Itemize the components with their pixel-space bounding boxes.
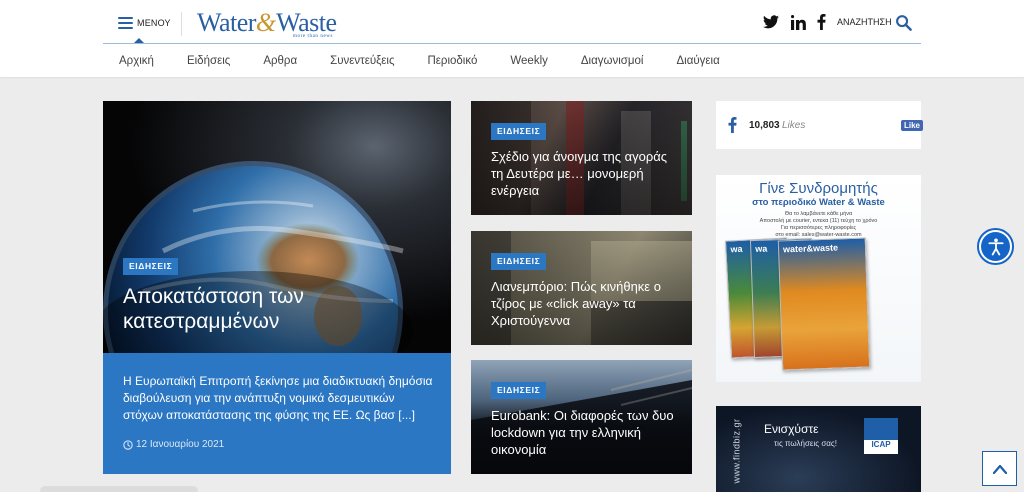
card-category-badge[interactable]: ΕΙΔΗΣΕΙΣ bbox=[491, 382, 547, 399]
feature-date: 12 Ιανουαρίου 2021 bbox=[123, 439, 224, 450]
chevron-up-icon bbox=[992, 464, 1007, 474]
menu-button[interactable]: ΜΕΝΟΥ bbox=[118, 14, 171, 32]
facebook-icon bbox=[817, 14, 826, 30]
subscription-ad-subtitle: στο περιοδικό Water & Waste bbox=[752, 197, 885, 208]
findbiz-ad-headline: Ενισχύστε bbox=[764, 422, 819, 436]
card-title[interactable]: Σχέδιο για άνοιγμα της αγοράς τη Δευτέρα… bbox=[491, 148, 679, 199]
nav-item-magazine[interactable]: Περιοδικό bbox=[427, 52, 477, 70]
card-category-badge[interactable]: ΕΙΔΗΣΕΙΣ bbox=[491, 253, 547, 270]
logo-ampersand: & bbox=[255, 8, 277, 37]
logo-word-water: Water bbox=[197, 8, 256, 37]
site-logo[interactable]: Water&Waste more than news bbox=[197, 8, 337, 39]
feature-summary-panel: Η Ευρωπαϊκή Επιτροπή ξεκίνησε μια διαδικ… bbox=[103, 353, 451, 474]
header-rule bbox=[103, 43, 921, 44]
facebook-icon bbox=[728, 117, 737, 133]
search-label: ΑΝΑΖΗΤΗΣΗ bbox=[837, 17, 892, 27]
featured-article-image[interactable]: ΕΙΔΗΣΕΙΣ Αποκατάσταση των κατεστραμμένων bbox=[103, 101, 451, 353]
linkedin-icon bbox=[790, 14, 806, 30]
subscription-ad-details: Θα το λαμβάνετε κάθε μήνα Αποστολή με co… bbox=[716, 211, 921, 239]
subscription-ad-banner[interactable]: Γίνε Συνδρομητής στο περιοδικό Water & W… bbox=[716, 175, 921, 382]
twitter-icon bbox=[763, 15, 779, 29]
feature-date-text: 12 Ιανουαρίου 2021 bbox=[136, 439, 225, 450]
subscription-ad-title: Γίνε Συνδρομητής bbox=[759, 180, 878, 197]
clock-icon bbox=[123, 439, 133, 450]
magazine-cover-title: water&waste bbox=[782, 242, 839, 255]
card-title[interactable]: Λιανεμπόριο: Πώς κινήθηκε ο τζίρος με «c… bbox=[491, 278, 679, 329]
article-card-market-reopening[interactable]: ΕΙΔΗΣΕΙΣ Σχέδιο για άνοιγμα της αγοράς τ… bbox=[471, 101, 692, 215]
magazine-cover-front: water&waste bbox=[777, 237, 871, 371]
linkedin-link[interactable] bbox=[789, 12, 807, 32]
site-header: ΜΕΝΟΥ Water&Waste more than news ΑΝΑΖΗΤΗ… bbox=[0, 0, 1024, 77]
accessibility-icon bbox=[987, 238, 1004, 255]
subscription-ad-line: Θα το λαμβάνετε κάθε μήνα bbox=[784, 211, 853, 217]
findbiz-ad-subline: τις πωλήσεις σας! bbox=[774, 439, 837, 448]
subscription-ad-line: στο email: sales@water-waste.com bbox=[775, 232, 862, 238]
partial-element-bottom bbox=[40, 486, 198, 492]
subscription-ad-line: Για περισσότερες πληροφορίες bbox=[780, 225, 857, 231]
subscription-ad-line: Αποστολή με courier, εντεκα (11) τεύχη τ… bbox=[759, 218, 878, 224]
nav-item-weekly[interactable]: Weekly bbox=[510, 52, 548, 70]
header-divider bbox=[181, 12, 182, 36]
icap-logo-text: ICAP bbox=[871, 440, 891, 449]
search-icon bbox=[895, 14, 912, 31]
magazine-cover-title: wa bbox=[730, 243, 743, 255]
facebook-link[interactable] bbox=[815, 12, 827, 32]
back-to-top-button[interactable] bbox=[982, 451, 1017, 486]
nav-item-diavgeia[interactable]: Διαύγεια bbox=[676, 52, 719, 70]
article-card-retail-click-away[interactable]: ΕΙΔΗΣΕΙΣ Λιανεμπόριο: Πώς κινήθηκε ο τζί… bbox=[471, 231, 692, 345]
search-button[interactable]: ΑΝΑΖΗΤΗΣΗ bbox=[837, 12, 912, 32]
nav-item-interviews[interactable]: Συνεντεύξεις bbox=[330, 52, 394, 70]
feature-excerpt: Η Ευρωπαϊκή Επιτροπή ξεκίνησε μια διαδικ… bbox=[123, 374, 433, 422]
logo-word-waste: Waste bbox=[276, 8, 337, 37]
hamburger-icon bbox=[118, 17, 133, 29]
card-category-badge[interactable]: ΕΙΔΗΣΕΙΣ bbox=[491, 123, 547, 140]
nav-item-news[interactable]: Ειδήσεις bbox=[187, 52, 230, 70]
findbiz-ad-banner[interactable]: www.findbiz.gr Ενισχύστε τις πωλήσεις σα… bbox=[716, 406, 921, 492]
card-title[interactable]: Eurobank: Οι διαφορές των δυο lockdown γ… bbox=[491, 407, 679, 458]
nav-item-articles[interactable]: Αρθρα bbox=[263, 52, 297, 70]
logo-tagline: more than news bbox=[293, 34, 334, 39]
magazine-cover-title: wa bbox=[755, 243, 768, 254]
accessibility-button[interactable] bbox=[977, 228, 1014, 265]
feature-category-badge[interactable]: ΕΙΔΗΣΕΙΣ bbox=[123, 258, 179, 275]
twitter-link[interactable] bbox=[762, 12, 780, 32]
main-nav: Αρχική Ειδήσεις Αρθρα Συνεντεύξεις Περιο… bbox=[103, 52, 753, 70]
facebook-likes-widget: 10,803 Likes Like bbox=[716, 101, 924, 149]
findbiz-ad-url: www.findbiz.gr bbox=[731, 418, 742, 484]
feature-title[interactable]: Αποκατάσταση των κατεστραμμένων bbox=[123, 284, 423, 334]
menu-label: ΜΕΝΟΥ bbox=[137, 18, 171, 28]
facebook-like-button[interactable]: Like bbox=[901, 120, 924, 131]
nav-item-home[interactable]: Αρχική bbox=[119, 52, 154, 70]
facebook-like-count: 10,803 bbox=[749, 120, 780, 131]
facebook-likes-label: Likes bbox=[782, 120, 806, 131]
article-card-eurobank[interactable]: ΕΙΔΗΣΕΙΣ Eurobank: Οι διαφορές των δυο l… bbox=[471, 360, 692, 474]
icap-logo: ICAP bbox=[864, 418, 898, 454]
nav-item-tenders[interactable]: Διαγωνισμοί bbox=[581, 52, 644, 70]
featured-article[interactable]: ΕΙΔΗΣΕΙΣ Αποκατάσταση των κατεστραμμένων… bbox=[103, 101, 451, 474]
